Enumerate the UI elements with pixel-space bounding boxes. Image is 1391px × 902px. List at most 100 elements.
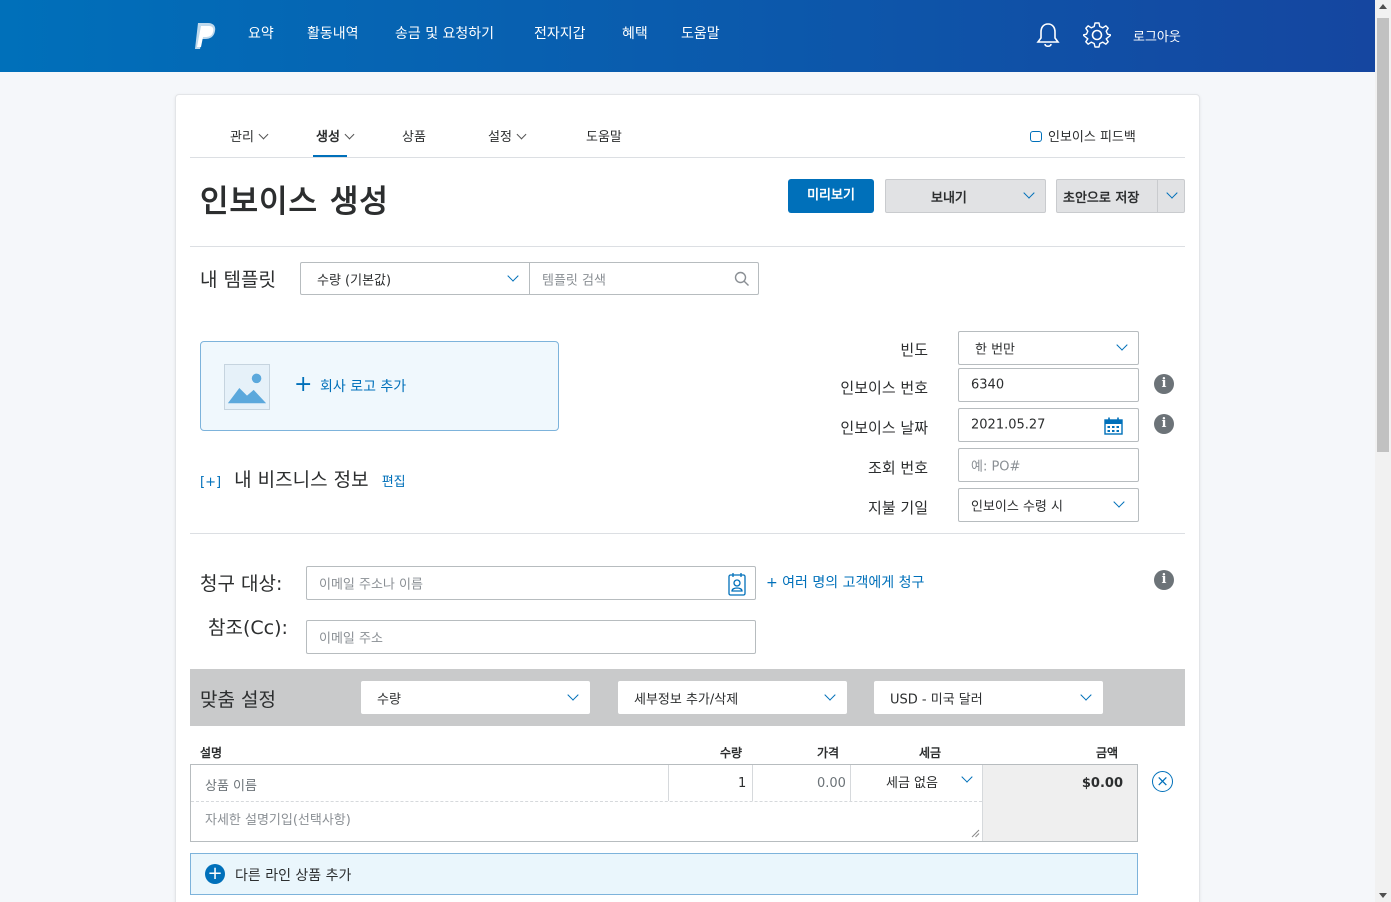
contacts-book-icon[interactable]	[727, 572, 747, 596]
tab-manage[interactable]: 관리	[230, 126, 269, 145]
due-date-label: 지불 기일	[868, 499, 928, 517]
page-title: 인보이스 생성	[200, 184, 389, 220]
reference-number-label: 조회 번호	[868, 459, 928, 477]
quantity-type-value: 수량	[377, 692, 401, 707]
column-header-price: 가격	[817, 746, 840, 760]
paypal-logo-icon[interactable]	[192, 21, 218, 51]
save-draft-button[interactable]: 초안으로 저장	[1056, 179, 1185, 213]
due-date-value: 인보이스 수령 시	[971, 499, 1063, 515]
item-amount: $0.00	[1081, 776, 1123, 791]
chevron-down-icon[interactable]	[1166, 187, 1178, 199]
business-info-label: 내 비즈니스 정보	[234, 469, 369, 491]
cell-divider	[668, 765, 669, 801]
settings-gear-icon[interactable]	[1083, 21, 1111, 49]
tab-settings-label: 설정	[488, 130, 512, 145]
invoice-feedback-link[interactable]: 인보이스 피드백	[1030, 126, 1136, 145]
scrollbar-thumb[interactable]	[1377, 18, 1389, 452]
business-info-row: [+] 내 비즈니스 정보 편집	[200, 465, 406, 492]
send-button-label: 보내기	[931, 191, 967, 206]
divider	[190, 533, 1185, 534]
plus-circle-icon: +	[205, 864, 225, 884]
item-tax-select[interactable]: 세금 없음	[851, 765, 982, 801]
nav-activity[interactable]: 활동내역	[307, 25, 359, 43]
scroll-up-arrow-icon[interactable]	[1379, 4, 1387, 9]
invoice-number-label: 인보이스 번호	[840, 379, 928, 397]
edit-business-link[interactable]: 편집	[382, 475, 406, 490]
preview-button[interactable]: 미리보기	[788, 179, 874, 213]
nav-summary[interactable]: 요약	[248, 25, 274, 43]
item-tax-value: 세금 없음	[886, 776, 938, 791]
invoice-number-value: 6340	[971, 377, 1005, 393]
tab-create[interactable]: 생성	[316, 126, 355, 145]
invoice-date-label: 인보이스 날짜	[840, 419, 928, 437]
page-scrollbar[interactable]	[1375, 0, 1391, 902]
resize-handle-icon[interactable]	[971, 829, 980, 838]
frequency-value: 한 번만	[975, 342, 1016, 358]
bill-to-input[interactable]: 이메일 주소나 이름	[306, 566, 756, 600]
chevron-down-icon	[824, 688, 836, 701]
bill-multiple-customers-link[interactable]: + 여러 명의 고객에게 청구	[766, 572, 924, 592]
nav-send-request[interactable]: 송금 및 요청하기	[395, 25, 494, 43]
top-navigation-bar: 요약 활동내역 송금 및 요청하기 전자지갑 혜택 도움말 로그아웃	[0, 0, 1375, 72]
chevron-down-icon	[344, 129, 355, 140]
add-company-logo-button[interactable]: + 회사 로고 추가	[200, 341, 559, 431]
info-icon[interactable]: i	[1154, 374, 1174, 394]
chevron-down-icon	[258, 129, 269, 140]
currency-select[interactable]: USD - 미국 달러	[874, 681, 1103, 714]
send-button[interactable]: 보내기	[885, 179, 1046, 213]
due-date-select[interactable]: 인보이스 수령 시	[958, 488, 1139, 522]
invoice-date-value: 2021.05.27	[971, 417, 1046, 433]
item-amount-cell: $0.00	[982, 765, 1137, 841]
customize-bar: 맞춤 설정 수량 세부정보 추가/삭제 USD - 미국 달러	[190, 669, 1185, 726]
invoice-number-input[interactable]: 6340	[958, 368, 1139, 402]
tab-create-label: 생성	[316, 130, 340, 145]
item-quantity-input[interactable]: 1	[738, 776, 746, 791]
currency-value: USD - 미국 달러	[890, 692, 983, 707]
divider	[190, 246, 1185, 247]
reference-number-input[interactable]: 예: PO#	[958, 448, 1139, 482]
quantity-type-select[interactable]: 수량	[361, 681, 590, 714]
item-name-input[interactable]: 상품 이름	[205, 775, 257, 794]
comment-icon	[1030, 131, 1042, 142]
scroll-down-arrow-icon[interactable]	[1379, 893, 1387, 898]
search-icon[interactable]	[734, 271, 750, 287]
frequency-select[interactable]: 한 번만	[958, 331, 1139, 365]
tab-help[interactable]: 도움말	[586, 126, 622, 145]
remove-item-icon[interactable]: ×	[1152, 771, 1173, 792]
add-line-item-button[interactable]: + 다른 라인 상품 추가	[190, 853, 1138, 895]
item-detail-textarea[interactable]: 자세한 설명기입(선택사항)	[205, 809, 351, 828]
chevron-down-icon[interactable]	[1023, 187, 1035, 199]
chevron-down-icon	[567, 688, 579, 701]
tab-products[interactable]: 상품	[402, 126, 426, 145]
save-draft-label: 초안으로 저장	[1063, 191, 1140, 206]
nav-wallet[interactable]: 전자지갑	[534, 25, 586, 43]
add-remove-details-select[interactable]: 세부정보 추가/삭제	[618, 681, 847, 714]
reference-number-placeholder: 예: PO#	[971, 459, 1021, 475]
template-select[interactable]: 수량 (기본값)	[300, 262, 530, 295]
column-header-tax: 세금	[919, 746, 942, 760]
frequency-label: 빈도	[900, 341, 928, 359]
info-icon[interactable]: i	[1154, 414, 1174, 434]
logout-link[interactable]: 로그아웃	[1133, 26, 1181, 45]
cc-placeholder: 이메일 주소	[319, 631, 383, 647]
invoice-date-input[interactable]: 2021.05.27	[958, 408, 1139, 442]
chevron-down-icon	[1080, 688, 1092, 701]
template-search-placeholder: 템플릿 검색	[542, 273, 606, 288]
template-search-input[interactable]: 템플릿 검색	[529, 262, 759, 295]
item-price-input[interactable]: 0.00	[817, 776, 846, 791]
button-separator	[1157, 180, 1158, 212]
column-header-description: 설명	[200, 746, 223, 760]
cc-label: 참조(Cc):	[208, 617, 288, 639]
template-select-value: 수량 (기본값)	[317, 273, 392, 288]
info-icon[interactable]: i	[1154, 570, 1174, 590]
row-separator	[191, 801, 982, 802]
chevron-down-icon	[507, 269, 519, 282]
notification-bell-icon[interactable]	[1035, 21, 1061, 49]
expand-business-toggle[interactable]: [+]	[200, 475, 221, 490]
tab-settings[interactable]: 설정	[488, 126, 527, 145]
nav-offers[interactable]: 혜택	[622, 25, 648, 43]
nav-help[interactable]: 도움말	[681, 25, 720, 43]
chevron-down-icon	[1113, 496, 1125, 508]
calendar-icon[interactable]	[1104, 417, 1123, 435]
cc-input[interactable]: 이메일 주소	[306, 620, 756, 654]
